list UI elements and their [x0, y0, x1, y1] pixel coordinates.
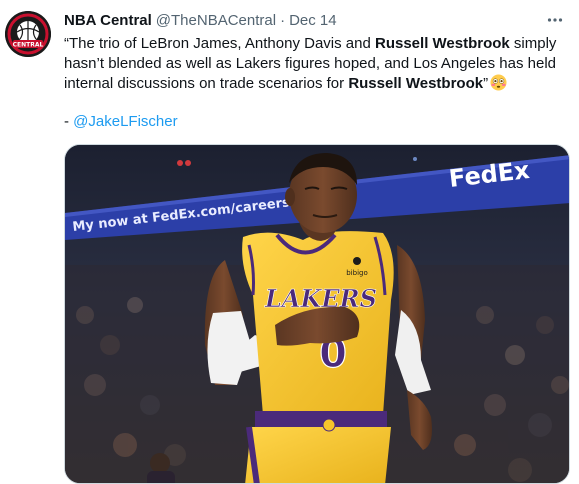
- tweet-text-bold: Russell Westbrook: [348, 75, 484, 92]
- westbrook-photo: My now at FedEx.com/careers FedEx LAKERS…: [65, 145, 569, 483]
- nba-central-logo-icon: CENTRAL: [5, 11, 51, 57]
- author-name[interactable]: NBA Central: [64, 12, 152, 29]
- jersey-sponsor-text: bibigo: [346, 269, 368, 277]
- avatar-logo-text: CENTRAL: [13, 42, 44, 49]
- more-horizontal-icon[interactable]: [545, 10, 565, 30]
- tweet-text: “The trio of LeBron James, Anthony Davis…: [64, 34, 564, 94]
- separator-dot: ·: [280, 11, 286, 29]
- credit-prefix: -: [64, 113, 74, 130]
- mention-link[interactable]: @JakeLFischer: [73, 113, 177, 130]
- tweet-credit: - @JakeLFischer: [64, 112, 178, 132]
- avatar[interactable]: CENTRAL: [5, 11, 51, 57]
- tweet-media-image[interactable]: My now at FedEx.com/careers FedEx LAKERS…: [64, 144, 570, 484]
- flushed-face-emoji-icon: [490, 74, 507, 91]
- author-handle[interactable]: @TheNBACentral: [156, 12, 276, 29]
- tweet-date[interactable]: Dec 14: [289, 12, 337, 29]
- tweet-text-part: ”: [483, 75, 489, 92]
- tweet[interactable]: CENTRAL NBA Central @TheNBACentral · Dec…: [0, 0, 579, 484]
- tweet-text-bold: Russell Westbrook: [375, 35, 510, 52]
- tweet-header: NBA Central @TheNBACentral · Dec 14: [64, 10, 565, 30]
- tweet-text-part: “The trio of LeBron James, Anthony Davis…: [64, 35, 375, 52]
